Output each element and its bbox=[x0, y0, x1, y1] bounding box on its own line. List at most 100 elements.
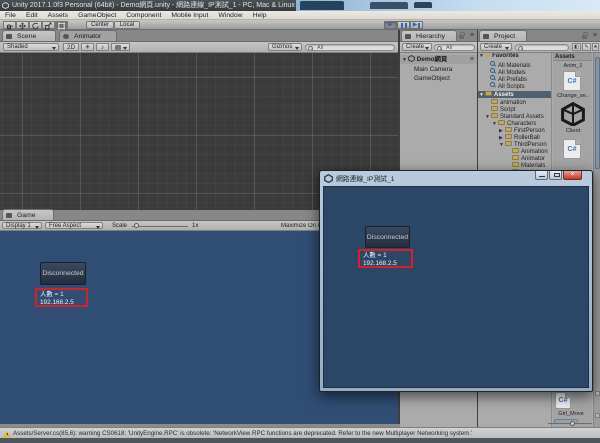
scroll-arrow-up[interactable] bbox=[595, 391, 600, 396]
maximize-button[interactable] bbox=[549, 171, 562, 180]
icon-size-slider-handle[interactable] bbox=[570, 421, 575, 426]
lock-icon[interactable] bbox=[582, 32, 588, 39]
scale-tool-button[interactable] bbox=[42, 21, 55, 30]
asset-label-client[interactable]: Client bbox=[553, 128, 592, 134]
assets-breadcrumb[interactable]: Assets bbox=[553, 53, 592, 61]
tree-characters[interactable]: ▼ Characters bbox=[492, 120, 551, 127]
rect-icon bbox=[58, 22, 65, 30]
audio-toggle[interactable]: ♪ bbox=[96, 43, 109, 51]
maximize-on-play-toggle[interactable]: Maximize On Play bbox=[281, 223, 319, 229]
gizmos-dropdown[interactable]: Gizmos bbox=[268, 43, 302, 51]
asset-label-girl-move[interactable]: Girl_Move bbox=[553, 411, 591, 417]
tree-thirdperson[interactable]: ▼ ThirdPerson bbox=[499, 141, 551, 148]
menu-edit[interactable]: Edit bbox=[21, 11, 43, 20]
effects-dropdown[interactable] bbox=[111, 43, 130, 51]
background-window-strip bbox=[296, 0, 600, 11]
local-label: Local bbox=[119, 22, 135, 28]
tree-standard-assets[interactable]: ▼ Standard Assets bbox=[485, 113, 551, 120]
tree-all-materials[interactable]: All Materials bbox=[490, 61, 551, 68]
tree-firstperson[interactable]: ▶ FirstPerson bbox=[499, 127, 551, 134]
2d-toggle[interactable]: 2D bbox=[63, 43, 79, 51]
menu-help[interactable]: Help bbox=[248, 11, 272, 20]
ip-address-text: 192.168.2.5 bbox=[363, 260, 397, 267]
step-button[interactable]: ▶ bbox=[410, 21, 423, 29]
scale-slider-handle[interactable] bbox=[134, 223, 139, 228]
tree-animator-sub[interactable]: Animator bbox=[512, 155, 551, 162]
csharp-script-icon-girl-move[interactable]: C# bbox=[555, 392, 571, 409]
tree-materials-sub[interactable]: Materials bbox=[512, 162, 551, 169]
pause-button[interactable] bbox=[397, 21, 410, 29]
tree-all-scripts[interactable]: All Scripts bbox=[490, 82, 551, 89]
menu-assets[interactable]: Assets bbox=[43, 11, 73, 20]
hierarchy-toolbar: Create All bbox=[400, 42, 477, 53]
lock-icon[interactable] bbox=[459, 32, 465, 39]
scroll-arrow-down[interactable] bbox=[595, 413, 600, 418]
csharp-script-icon[interactable]: C# bbox=[563, 139, 581, 159]
project-tabstrip: Project ≡ bbox=[478, 30, 600, 42]
menu-mobile-input[interactable]: Mobile Input bbox=[166, 11, 213, 20]
tree-all-prefabs[interactable]: All Prefabs bbox=[490, 75, 551, 82]
project-tab-icon bbox=[483, 34, 489, 39]
status-bar[interactable]: Assets/Server.cs(85,6): warning CS0618: … bbox=[0, 427, 600, 438]
panel-menu-icon[interactable]: ≡ bbox=[470, 32, 474, 39]
menu-bar: File Edit Assets GameObject Component Mo… bbox=[0, 11, 600, 20]
asset-label-change-se[interactable]: Change_se.. bbox=[553, 93, 592, 99]
search-filter-icon bbox=[490, 75, 496, 81]
rect-tool-button[interactable] bbox=[55, 21, 68, 30]
move-icon bbox=[19, 22, 26, 30]
shaded-dropdown[interactable]: Shaded bbox=[3, 43, 59, 51]
asset-label-anim1[interactable]: Anim_1 bbox=[553, 63, 592, 69]
play-button[interactable]: ▶ bbox=[384, 21, 397, 29]
menu-file[interactable]: File bbox=[0, 11, 21, 20]
tree-animation-sub[interactable]: Animation bbox=[512, 148, 551, 155]
close-button[interactable]: × bbox=[563, 171, 582, 180]
tree-all-models[interactable]: All Models bbox=[490, 68, 551, 75]
disconnected-button[interactable]: Disconnected bbox=[40, 262, 86, 285]
project-vscrollbar[interactable] bbox=[593, 53, 600, 427]
lighting-toggle[interactable]: ☀ bbox=[81, 43, 94, 51]
menu-component[interactable]: Component bbox=[121, 11, 166, 20]
panel-menu-icon[interactable]: ≡ bbox=[593, 32, 597, 39]
disconnected-button[interactable]: Disconnected bbox=[365, 226, 410, 248]
tree-script[interactable]: Script bbox=[491, 106, 551, 113]
tree-assets[interactable]: ▼ Assets bbox=[478, 91, 551, 98]
tab-animator[interactable]: Animator bbox=[59, 30, 117, 41]
rotate-tool-button[interactable] bbox=[29, 21, 42, 30]
favorite-search-button[interactable]: ★ bbox=[592, 43, 599, 51]
scene-search-input[interactable]: All bbox=[305, 43, 395, 51]
unity-asset-icon[interactable] bbox=[561, 102, 585, 126]
pause-icon bbox=[400, 23, 403, 28]
search-by-type-button[interactable]: ◧ bbox=[572, 43, 581, 51]
search-by-label-button[interactable]: ✎ bbox=[582, 43, 591, 51]
project-vscroll-thumb[interactable] bbox=[595, 57, 600, 169]
pivot-center-button[interactable]: Center bbox=[86, 21, 114, 29]
hand-tool-button[interactable] bbox=[3, 21, 16, 30]
csharp-script-icon[interactable]: C# bbox=[563, 71, 581, 91]
tree-favorites[interactable]: ▼★ Favorites bbox=[479, 53, 551, 60]
hierarchy-search-input[interactable]: All bbox=[434, 43, 475, 51]
menu-gameobject[interactable]: GameObject bbox=[73, 11, 121, 20]
tab-scene[interactable]: Scene bbox=[2, 30, 56, 41]
chevron-down-icon bbox=[35, 225, 39, 229]
hierarchy-create-dropdown[interactable]: Create bbox=[402, 43, 432, 51]
handle-local-button[interactable]: Local bbox=[114, 21, 140, 29]
scale-slider[interactable] bbox=[132, 225, 188, 227]
menu-window[interactable]: Window bbox=[213, 11, 247, 20]
hierarchy-item-gameobject[interactable]: GameObject bbox=[400, 74, 477, 83]
aspect-dropdown[interactable]: Free Aspect bbox=[45, 222, 103, 229]
tab-project[interactable]: Project bbox=[479, 30, 527, 41]
tree-rollerball[interactable]: ▶ RollerBall bbox=[499, 134, 551, 141]
hierarchy-item-main-camera[interactable]: Main Camera bbox=[400, 65, 477, 74]
project-search-input[interactable] bbox=[515, 43, 569, 51]
tree-animation[interactable]: animation bbox=[491, 99, 551, 106]
scene-header-row[interactable]: ▼ Demo網頁 ≡ bbox=[400, 55, 477, 64]
project-create-dropdown[interactable]: Create bbox=[480, 43, 512, 51]
move-tool-button[interactable] bbox=[16, 21, 29, 30]
scene-options-icon[interactable]: ≡ bbox=[470, 56, 474, 63]
tab-game[interactable]: Game bbox=[2, 209, 54, 220]
tab-hierarchy[interactable]: Hierarchy bbox=[401, 30, 457, 41]
display-dropdown[interactable]: Display 1 bbox=[2, 222, 42, 229]
minimize-button[interactable] bbox=[535, 171, 548, 180]
standalone-player-window[interactable]: 網路連線_IP測試_1 × Disconnected 人數 = 1 192.16… bbox=[319, 170, 593, 392]
hierarchy-tabstrip: Hierarchy ≡ bbox=[400, 30, 477, 42]
